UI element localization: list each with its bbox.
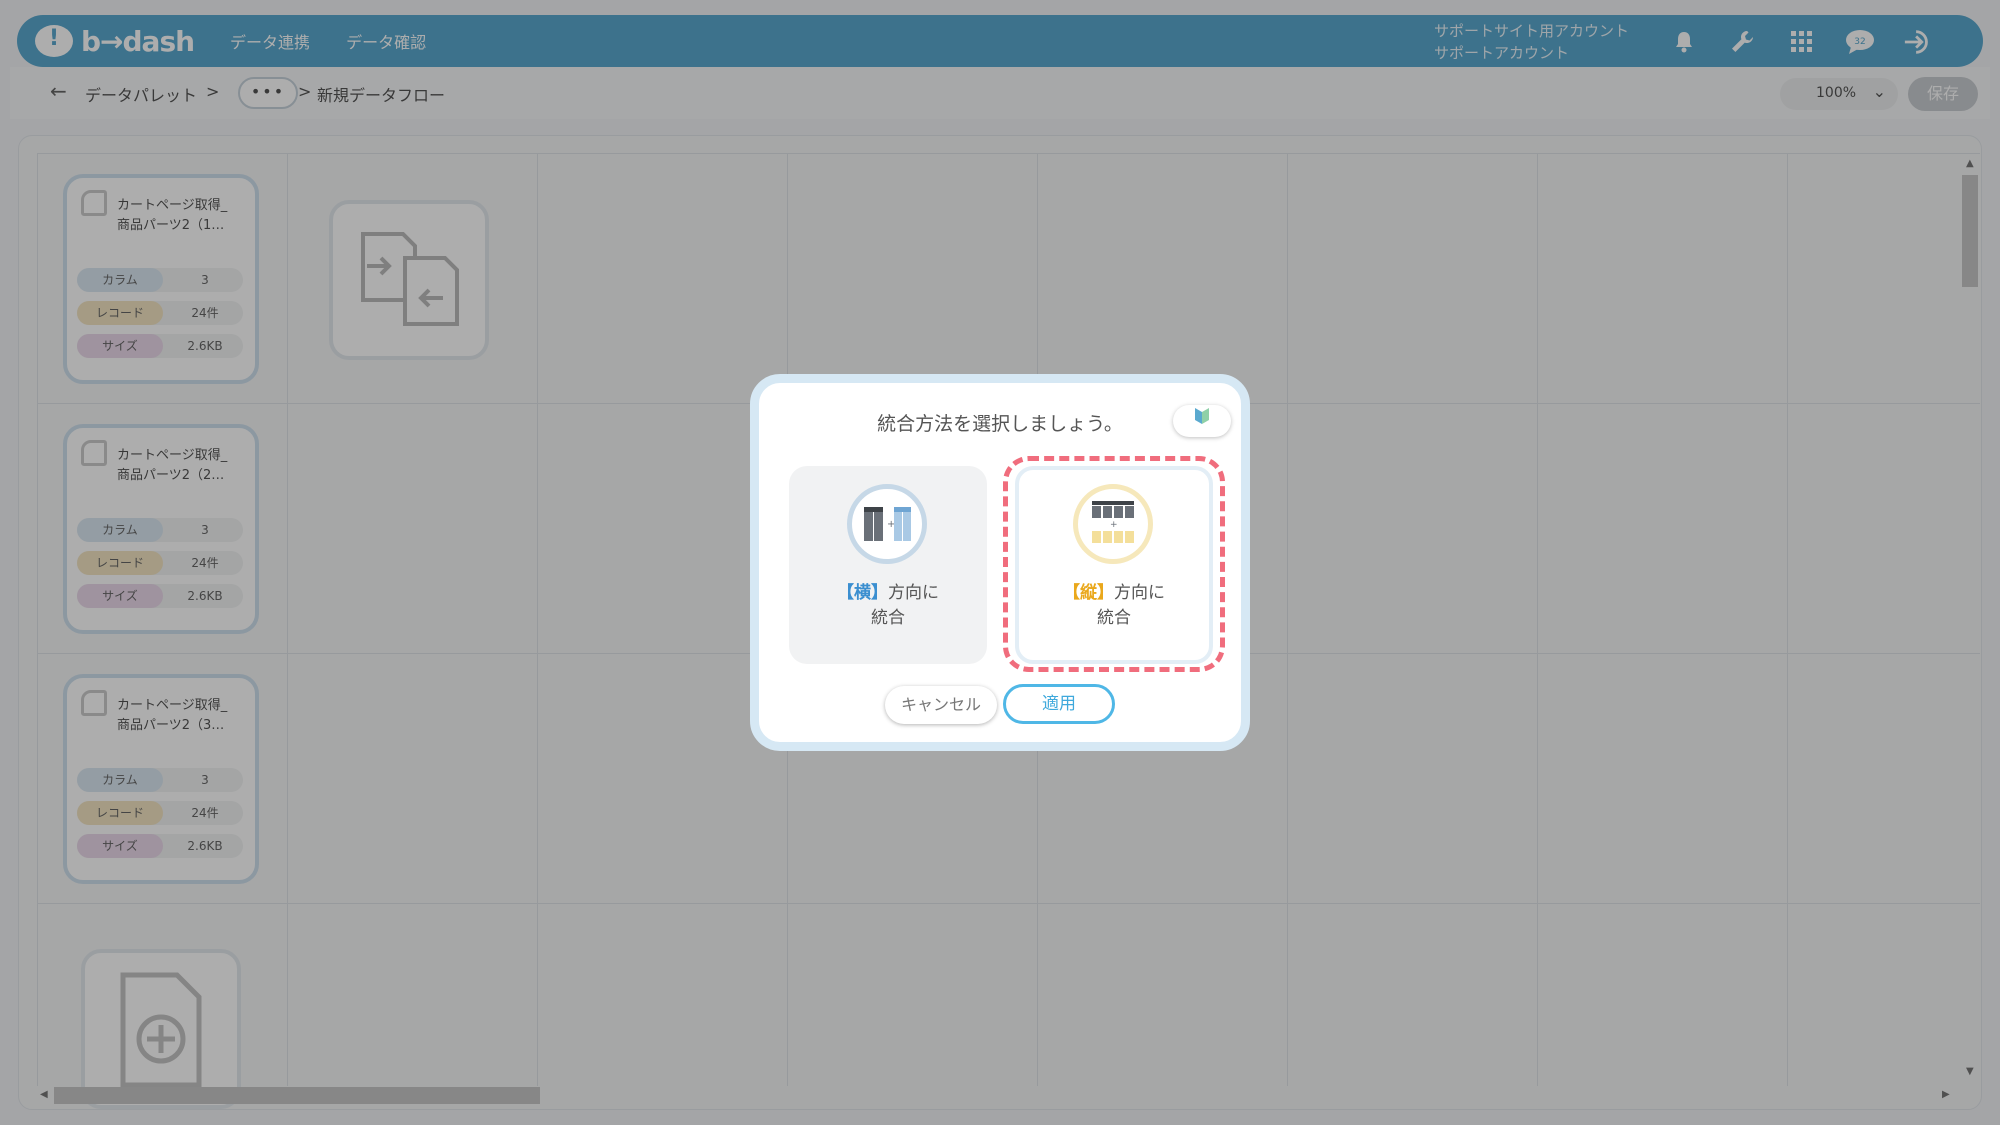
cancel-button[interactable]: キャンセル	[885, 686, 997, 724]
merge-horizontal-icon: +	[847, 484, 927, 564]
beginner-mark-icon[interactable]	[1173, 405, 1231, 437]
selection-highlight	[1003, 456, 1225, 672]
merge-horizontal-option[interactable]: + 【横】方向に 統合	[789, 466, 987, 664]
merge-method-dialog: 統合方法を選択しましょう。 + 【横】方向に 統合 + 【縦】方向に 統合 キャ…	[750, 374, 1250, 751]
dialog-title: 統合方法を選択しましょう。	[877, 413, 1123, 435]
merge-horizontal-label: 【横】方向に 統合	[837, 583, 939, 628]
apply-button[interactable]: 適用	[1003, 684, 1115, 724]
